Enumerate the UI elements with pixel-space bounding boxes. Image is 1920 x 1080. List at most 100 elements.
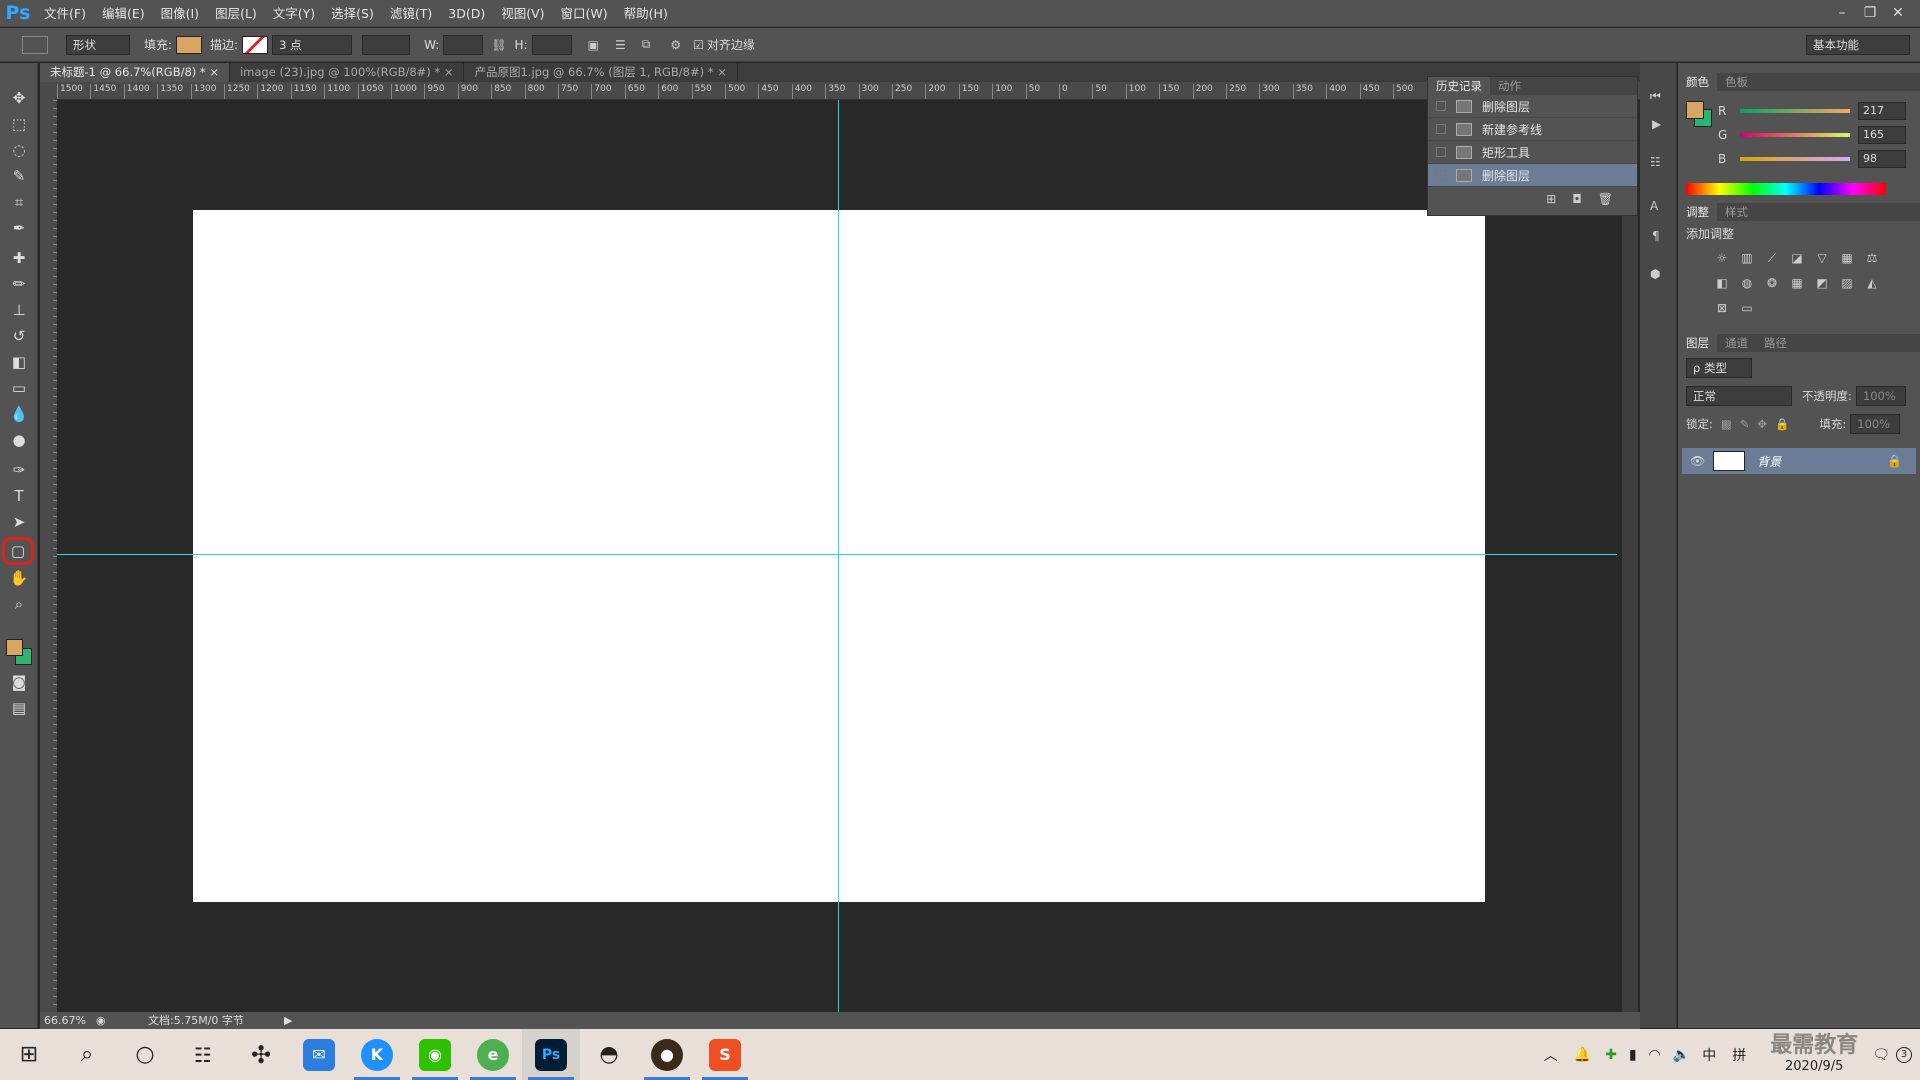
- paragraph-icon[interactable]: ¶: [1652, 229, 1660, 243]
- green-slider[interactable]: [1740, 133, 1850, 137]
- menu-help[interactable]: 帮助(H): [616, 0, 676, 27]
- tab-paths[interactable]: 路径: [1756, 334, 1795, 352]
- color-balance-icon[interactable]: ⚖: [1864, 250, 1880, 266]
- doc-info-icon[interactable]: ◉: [96, 1012, 106, 1029]
- crop-tool-icon[interactable]: ⌗: [6, 191, 32, 213]
- 3d-icon[interactable]: ⬢: [1650, 267, 1660, 281]
- gradient-map-icon[interactable]: ▭: [1739, 300, 1755, 316]
- horizontal-ruler[interactable]: 1500 1450 1400 1350 1300 1250 1200 1150 1100 1050…: [57, 82, 1640, 100]
- status-menu-arrow-icon[interactable]: ▶: [284, 1012, 292, 1029]
- red-value[interactable]: 217: [1858, 102, 1906, 120]
- notification-bell-icon[interactable]: 🔔: [1574, 1047, 1591, 1063]
- start-button[interactable]: ⊞: [0, 1029, 58, 1080]
- tab-untitled-1[interactable]: 未标题-1 @ 66.7%(RGB/8) * ×: [40, 63, 230, 82]
- close-icon[interactable]: ×: [209, 65, 219, 79]
- zoom-tool-icon[interactable]: ⌕: [6, 593, 32, 615]
- taskbar-app-mail[interactable]: ✉: [290, 1029, 348, 1080]
- eye-icon[interactable]: 👁: [1690, 454, 1705, 468]
- close-button[interactable]: ✕: [1884, 3, 1912, 23]
- type-tool-icon[interactable]: T: [6, 485, 32, 507]
- actions-icon[interactable]: ▶: [1652, 117, 1661, 131]
- screen-mode-icon[interactable]: ▤: [6, 697, 32, 719]
- lasso-tool-icon[interactable]: ◌: [6, 139, 32, 161]
- trash-icon[interactable]: 🗑: [1598, 192, 1613, 206]
- pen-tool-icon[interactable]: ✑: [6, 459, 32, 481]
- volume-icon[interactable]: 🔈: [1673, 1047, 1690, 1063]
- menu-edit[interactable]: 编辑(E): [94, 0, 153, 27]
- history-item[interactable]: 新建参考线: [1428, 118, 1637, 141]
- menu-select[interactable]: 选择(S): [323, 0, 382, 27]
- action-center-icon[interactable]: 🗨: [1872, 1047, 1890, 1063]
- checkbox-icon[interactable]: [1436, 124, 1446, 134]
- rectangle-tool-icon[interactable]: ▢: [2, 537, 34, 565]
- menu-file[interactable]: 文件(F): [36, 0, 94, 27]
- path-operations-icon[interactable]: ▣: [588, 38, 599, 52]
- move-tool-icon[interactable]: ✥: [6, 87, 32, 109]
- stroke-type-select[interactable]: [362, 34, 411, 55]
- menu-image[interactable]: 图像(I): [153, 0, 207, 27]
- lock-all-icon[interactable]: 🔒: [1775, 417, 1789, 431]
- menu-window[interactable]: 窗口(W): [553, 0, 616, 27]
- history-item[interactable]: 删除图层: [1428, 164, 1637, 187]
- tab-layers[interactable]: 图层: [1678, 334, 1717, 352]
- brush-tool-icon[interactable]: ✏: [6, 273, 32, 295]
- taskbar-app-k[interactable]: K: [348, 1029, 406, 1080]
- vertical-guide[interactable]: [838, 100, 839, 1012]
- threshold-icon[interactable]: ◭: [1864, 275, 1880, 291]
- blue-slider[interactable]: [1740, 157, 1850, 161]
- path-arrangement-icon[interactable]: ⧉: [642, 37, 651, 52]
- opacity-field[interactable]: 100%: [1855, 386, 1906, 406]
- vibrance-icon[interactable]: ▽: [1814, 250, 1830, 266]
- selective-color-icon[interactable]: ⊠: [1714, 300, 1730, 316]
- tab-channels[interactable]: 通道: [1717, 334, 1756, 352]
- green-value[interactable]: 165: [1858, 126, 1906, 144]
- invert-icon[interactable]: ◩: [1814, 275, 1830, 291]
- document-canvas[interactable]: [193, 210, 1485, 902]
- taskbar-app-wechat[interactable]: ◉: [406, 1029, 464, 1080]
- battery-icon[interactable]: ▮: [1629, 1047, 1637, 1063]
- tab-product-image[interactable]: 产品原图1.jpg @ 66.7% (图层 1, RGB/8#) * ×: [464, 63, 738, 82]
- marquee-tool-icon[interactable]: ⬚: [6, 113, 32, 135]
- history-item[interactable]: 删除图层: [1428, 95, 1637, 118]
- character-icon[interactable]: A: [1650, 199, 1658, 213]
- ime-mode[interactable]: 拼: [1732, 1045, 1746, 1065]
- taskbar-app-browser[interactable]: e: [464, 1029, 522, 1080]
- canvas-area[interactable]: [57, 100, 1617, 1012]
- brightness-icon[interactable]: ☼: [1714, 250, 1730, 266]
- curves-icon[interactable]: ⟋: [1764, 250, 1780, 266]
- taskbar-app-photos[interactable]: ◓: [580, 1029, 638, 1080]
- taskbar-app-sogou[interactable]: S: [696, 1029, 754, 1080]
- quick-mask-icon[interactable]: ◙: [6, 671, 32, 693]
- width-field[interactable]: [443, 34, 484, 55]
- history-brush-tool-icon[interactable]: ↺: [6, 325, 32, 347]
- menu-layer[interactable]: 图层(L): [207, 0, 265, 27]
- lock-position-icon[interactable]: ✥: [1757, 417, 1767, 431]
- layer-kind-filter[interactable]: ρ 类型: [1686, 358, 1752, 378]
- ime-language[interactable]: 中: [1702, 1045, 1716, 1065]
- clock-date[interactable]: 2020/9/5: [1785, 1058, 1843, 1076]
- gradient-tool-icon[interactable]: ▭: [6, 377, 32, 399]
- wifi-icon[interactable]: ◠: [1649, 1047, 1661, 1063]
- path-selection-tool-icon[interactable]: ➤: [6, 511, 32, 533]
- color-foreground-swatch[interactable]: [1686, 101, 1704, 119]
- search-button[interactable]: ⌕: [58, 1029, 116, 1080]
- history-icon[interactable]: ⏮: [1650, 89, 1661, 104]
- tab-history[interactable]: 历史记录: [1428, 77, 1490, 95]
- close-icon[interactable]: ×: [444, 65, 454, 79]
- menu-3d[interactable]: 3D(D): [440, 0, 493, 27]
- history-item[interactable]: 矩形工具: [1428, 141, 1637, 164]
- dodge-tool-icon[interactable]: ●: [6, 429, 32, 451]
- exposure-icon[interactable]: ◪: [1789, 250, 1805, 266]
- path-alignment-icon[interactable]: ☰: [615, 38, 626, 52]
- layer-name[interactable]: 背景: [1757, 453, 1781, 470]
- rectangle-tool-preset-icon[interactable]: [22, 35, 48, 54]
- lock-pixels-icon[interactable]: ▩: [1721, 417, 1732, 431]
- taskbar-app-photoshop[interactable]: Ps: [522, 1029, 580, 1080]
- menu-type[interactable]: 文字(Y): [265, 0, 323, 27]
- red-slider[interactable]: [1740, 109, 1850, 113]
- blur-tool-icon[interactable]: 💧: [6, 403, 32, 425]
- align-edges-checkbox[interactable]: ☑: [693, 38, 704, 52]
- eraser-tool-icon[interactable]: ◧: [6, 351, 32, 373]
- eyedropper-tool-icon[interactable]: ✒: [6, 217, 32, 239]
- gear-icon[interactable]: ⚙: [670, 38, 681, 52]
